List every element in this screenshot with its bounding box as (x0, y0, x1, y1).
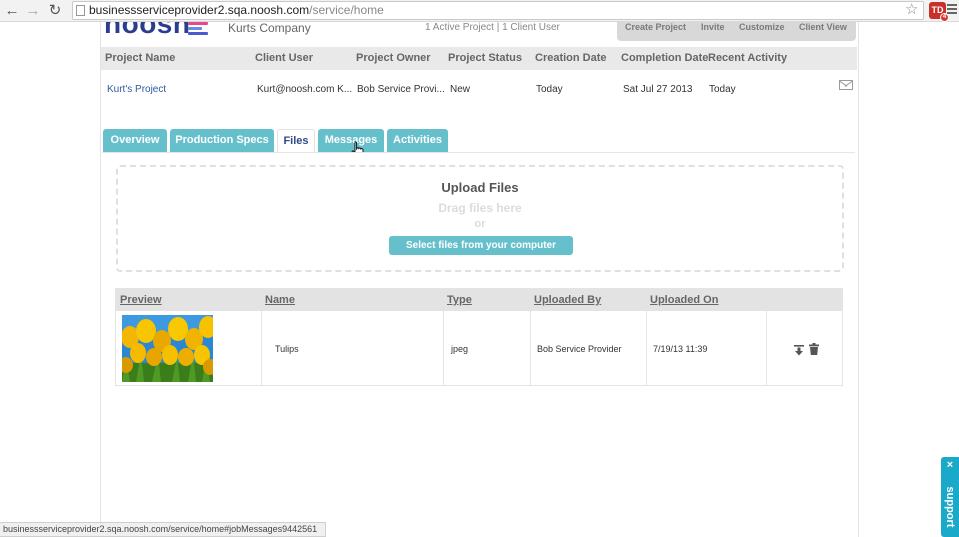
url-path: /service/home (309, 3, 384, 17)
drag-files-hint: Drag files here (438, 201, 522, 215)
invite-link[interactable]: Invite (701, 22, 725, 33)
uploaded-on-cell: 7/19/13 11:39 (653, 344, 708, 354)
tab-files[interactable]: Files (277, 129, 315, 152)
files-table-header: Preview Name Type Uploaded By Uploaded O… (116, 289, 842, 311)
create-project-link[interactable]: Create Project (625, 22, 686, 33)
project-name-link[interactable]: Kurt's Project (107, 84, 166, 96)
company-name: Kurts Company (228, 21, 311, 35)
logo-text: noosh (104, 22, 191, 38)
browser-status-bar: businessserviceprovider2.sqa.noosh.com/s… (0, 522, 327, 537)
tab-overview[interactable]: Overview (103, 129, 167, 152)
col-name[interactable]: Name (265, 289, 295, 311)
support-label: support (944, 486, 956, 528)
client-view-link[interactable]: Client View (799, 22, 847, 33)
project-status-cell: New (450, 84, 471, 95)
client-user-cell: Kurt@noosh.com K... (257, 84, 353, 95)
completion-date-cell: Sat Jul 27 2013 (623, 84, 693, 95)
noosh-logo[interactable]: noosh (104, 22, 208, 38)
tab-production-specs[interactable]: Production Specs (170, 129, 274, 152)
or-separator: or (474, 218, 486, 230)
bookmark-star-icon[interactable]: ☆ (905, 1, 918, 19)
address-bar[interactable]: businessserviceprovider2.sqa.noosh.com/s… (72, 1, 924, 20)
back-arrow-icon[interactable]: ← (3, 2, 21, 20)
support-close-icon[interactable]: × (941, 459, 959, 471)
col-project-status[interactable]: Project Status (448, 47, 522, 70)
file-type-cell: jpeg (451, 344, 469, 354)
customize-link[interactable]: Customize (739, 22, 785, 33)
col-project-owner[interactable]: Project Owner (356, 47, 431, 70)
mail-icon[interactable] (839, 80, 853, 90)
logo-bars-icon (188, 22, 208, 37)
col-completion-date[interactable]: Completion Date (621, 47, 708, 70)
browser-toolbar: ← → ↻ businessserviceprovider2.sqa.noosh… (0, 0, 959, 22)
browser-menu-icon[interactable] (947, 4, 957, 18)
tab-activities[interactable]: Activities (387, 129, 448, 152)
uploaded-by-cell: Bob Service Provider (537, 344, 622, 354)
project-table-header: Project Name Client User Project Owner P… (101, 47, 857, 70)
project-owner-cell: Bob Service Provi... (357, 84, 445, 95)
col-uploaded-on[interactable]: Uploaded On (650, 289, 718, 311)
support-tab[interactable]: × support (941, 457, 959, 537)
col-uploaded-by[interactable]: Uploaded By (534, 289, 601, 311)
reload-icon[interactable]: ↻ (46, 2, 64, 20)
upload-title: Upload Files (441, 180, 519, 195)
file-name-cell[interactable]: Tulips (275, 344, 299, 354)
trash-icon[interactable] (809, 343, 819, 355)
top-actions-bar: Create Project Invite Customize Client V… (617, 22, 856, 41)
col-recent-activity[interactable]: Recent Activity (708, 47, 787, 70)
creation-date-cell: Today (536, 84, 563, 95)
col-client-user[interactable]: Client User (255, 47, 313, 70)
col-type[interactable]: Type (447, 289, 472, 311)
col-preview[interactable]: Preview (120, 289, 162, 311)
files-table: Preview Name Type Uploaded By Uploaded O… (115, 288, 843, 386)
extension-icon[interactable]: TD 4 (929, 2, 949, 22)
tulips-thumbnail[interactable] (122, 315, 213, 382)
recent-activity-cell: Today (709, 84, 736, 95)
forward-arrow-icon[interactable]: → (24, 2, 42, 20)
select-files-button[interactable]: Select files from your computer (389, 236, 573, 255)
download-icon[interactable] (794, 345, 804, 356)
url-domain: businessserviceprovider2.sqa.noosh.com (89, 3, 310, 17)
col-creation-date[interactable]: Creation Date (535, 47, 607, 70)
col-project-name[interactable]: Project Name (105, 47, 175, 70)
project-user-counts: 1 Active Project | 1 Client User (425, 22, 560, 33)
page-icon (76, 5, 85, 16)
